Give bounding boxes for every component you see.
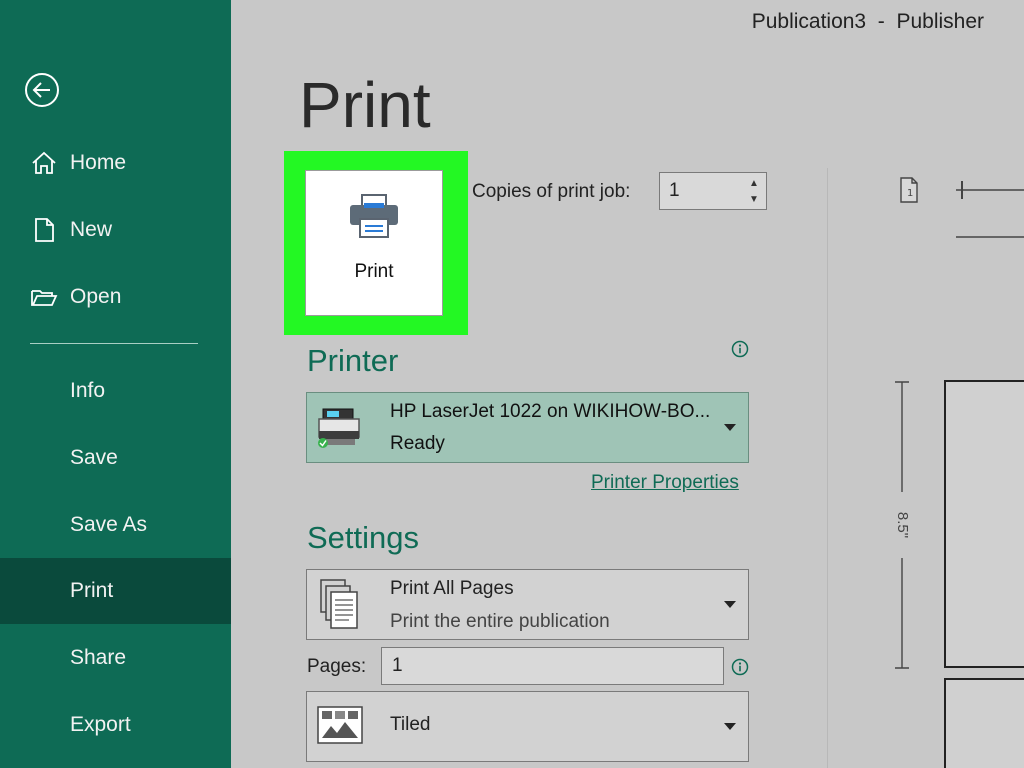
layout-dropdown[interactable]: Tiled <box>306 691 749 762</box>
nav-new[interactable]: New <box>0 197 231 263</box>
nav-open-label: Open <box>70 285 122 308</box>
pages-label: Pages: <box>307 656 367 677</box>
info-icon[interactable] <box>731 340 749 358</box>
nav-info-label: Info <box>70 379 106 402</box>
nav-export[interactable]: Export <box>0 692 231 758</box>
printer-status: Ready <box>390 433 445 454</box>
print-button-label: Print <box>354 261 394 282</box>
window-title: Publication3 - Publisher <box>751 10 984 33</box>
preview-page <box>944 678 1024 768</box>
nav-save-label: Save <box>70 446 118 469</box>
nav-share-label: Share <box>70 646 127 669</box>
printer-name: HP LaserJet 1022 on WIKIHOW-BO... <box>390 401 711 422</box>
open-folder-icon <box>31 290 58 306</box>
copies-label: Copies of print job: <box>472 181 631 202</box>
nav-save-as[interactable]: Save As <box>0 492 231 558</box>
home-icon <box>32 151 56 174</box>
pages-value: 1 <box>392 655 403 676</box>
page-view-icon[interactable]: 1 <box>897 176 921 204</box>
print-pages-title: Print All Pages <box>390 578 514 599</box>
preview-page <box>944 380 1024 668</box>
spin-down-icon[interactable]: ▼ <box>748 195 760 205</box>
print-pages-dropdown[interactable]: Print All Pages Print the entire publica… <box>306 569 749 640</box>
chevron-down-icon <box>724 601 736 608</box>
page-title: Print <box>299 69 431 141</box>
chevron-down-icon <box>724 723 736 730</box>
new-document-icon <box>35 218 54 242</box>
printer-dropdown[interactable]: HP LaserJet 1022 on WIKIHOW-BO... Ready <box>306 392 749 463</box>
printer-device-icon <box>318 408 360 448</box>
nav-new-label: New <box>70 218 113 241</box>
nav-open[interactable]: Open <box>0 264 231 330</box>
printer-icon <box>350 194 398 238</box>
printer-heading: Printer <box>307 343 399 378</box>
pages-input[interactable]: 1 <box>381 647 724 685</box>
nav-print-label: Print <box>70 579 114 602</box>
print-pane: Publication3 - Publisher Print Print Cop… <box>231 0 1024 768</box>
nav-export-label: Export <box>70 713 131 736</box>
nav-info[interactable]: Info <box>0 358 231 424</box>
nav-home-label: Home <box>70 151 127 174</box>
ruler-marks <box>956 181 1024 238</box>
nav-home[interactable]: Home <box>0 130 231 196</box>
backstage-sidebar: Home New Open Info Save Save As Print Sh… <box>0 0 231 768</box>
print-pages-subtitle: Print the entire publication <box>390 611 610 632</box>
layout-title: Tiled <box>390 714 431 735</box>
nav-print[interactable]: Print <box>0 558 231 624</box>
nav-save[interactable]: Save <box>0 425 231 491</box>
settings-heading: Settings <box>307 520 420 555</box>
tiled-layout-icon <box>317 706 363 744</box>
height-label: 8.5" <box>894 511 911 539</box>
nav-save-as-label: Save As <box>70 513 148 536</box>
spin-up-icon[interactable]: ▲ <box>748 179 760 189</box>
printer-properties-link[interactable]: Printer Properties <box>591 472 739 494</box>
copies-input[interactable]: 1 ▲ ▼ <box>659 172 767 210</box>
sidebar-divider <box>30 343 198 344</box>
info-icon[interactable] <box>731 658 749 676</box>
print-button[interactable]: Print <box>305 170 443 316</box>
chevron-down-icon <box>724 424 736 431</box>
copies-value: 1 <box>669 180 680 201</box>
svg-text:1: 1 <box>907 188 913 199</box>
nav-share[interactable]: Share <box>0 625 231 691</box>
pane-separator <box>827 168 828 768</box>
back-arrow-icon[interactable] <box>24 72 60 108</box>
pages-stack-icon <box>320 579 358 629</box>
